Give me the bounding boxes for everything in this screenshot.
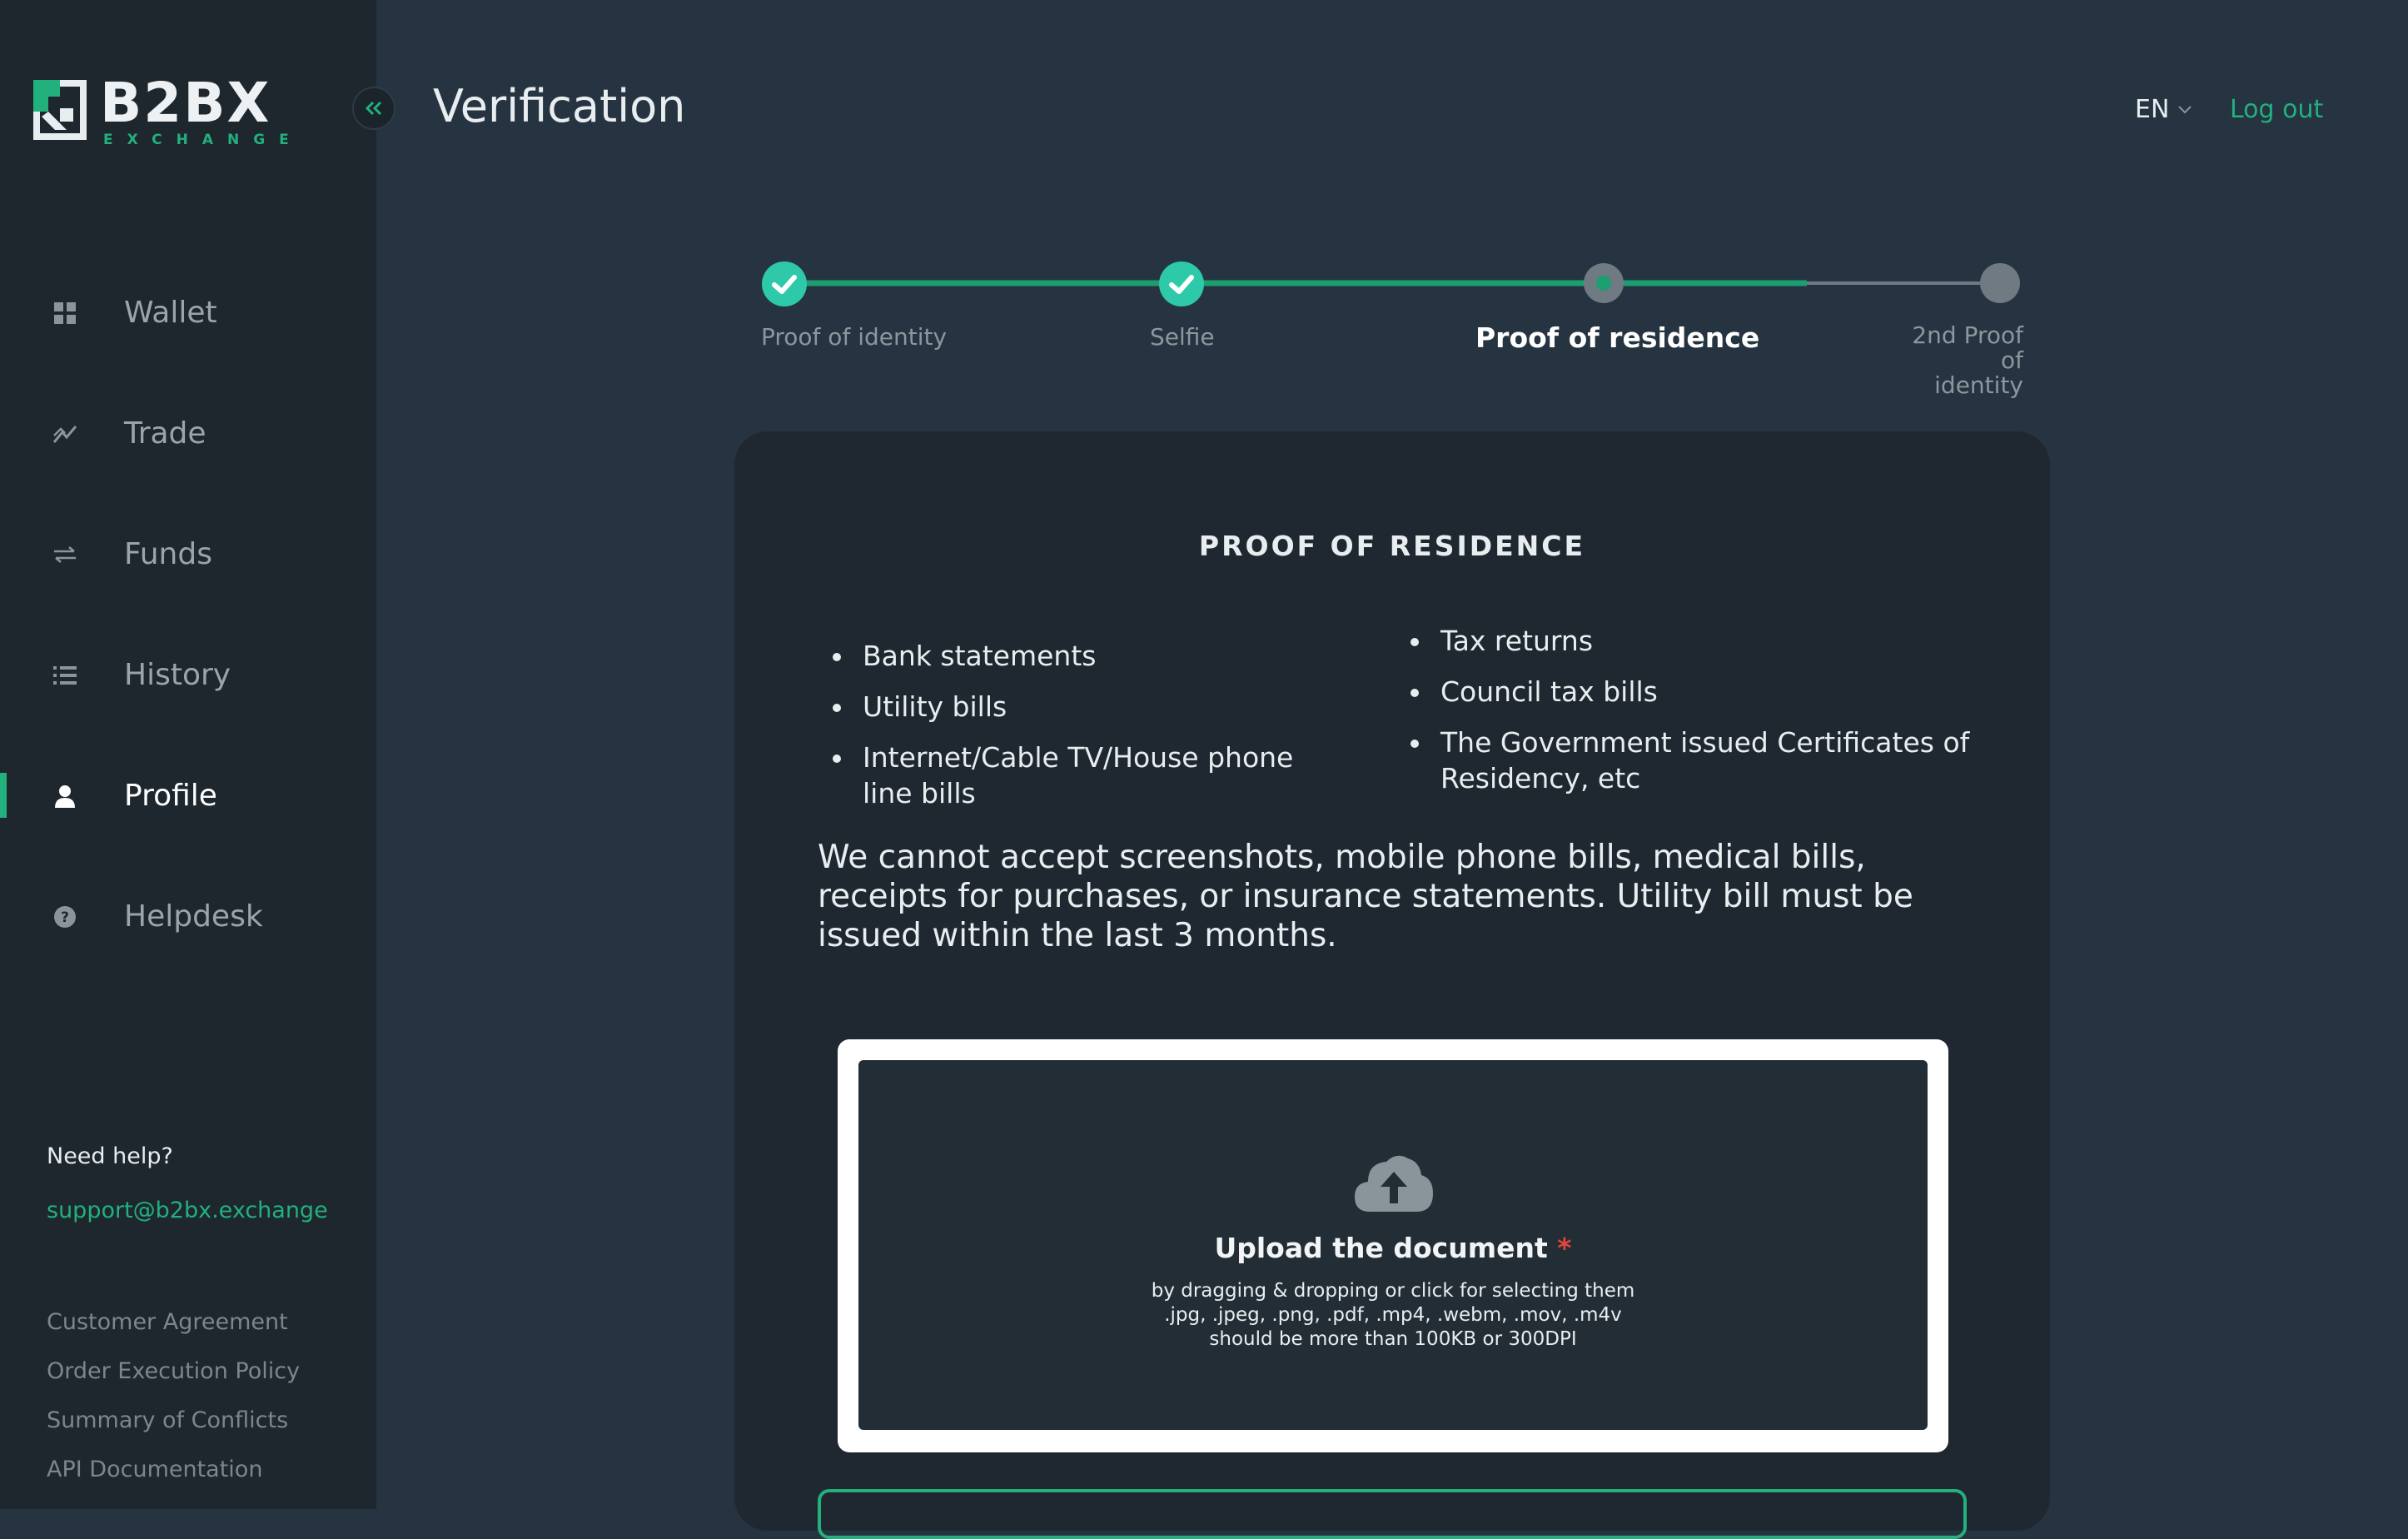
summary-of-conflicts-link[interactable]: Summary of Conflicts (47, 1407, 300, 1457)
support-email-link[interactable]: support@b2bx.exchange (47, 1198, 328, 1223)
chevron-down-icon (2178, 105, 2192, 113)
sidebar-item-label: Wallet (124, 296, 217, 330)
list-item: Bank statements (833, 638, 1329, 674)
step-label-second-proof-of-identity: 2nd Proof of identity (1890, 323, 2023, 398)
restrictions-notice: We cannot accept screenshots, mobile pho… (818, 839, 1913, 954)
card-title: PROOF OF RESIDENCE (1198, 530, 1586, 562)
upload-formats: .jpg, .jpeg, .png, .pdf, .mp4, .webm, .m… (1164, 1304, 1622, 1326)
list-item: Council tax bills (1410, 674, 1973, 710)
submit-button[interactable] (818, 1489, 1967, 1539)
customer-agreement-link[interactable]: Customer Agreement (47, 1309, 300, 1358)
step-proof-of-residence-icon[interactable] (1583, 262, 1624, 307)
collapse-sidebar-button[interactable] (352, 87, 396, 130)
sidebar-item-wallet[interactable]: Wallet (0, 252, 376, 373)
chart-icon (52, 421, 78, 447)
upload-title-text: Upload the document (1214, 1232, 1548, 1264)
api-documentation-link[interactable]: API Documentation (47, 1457, 300, 1506)
step-label-proof-of-residence: Proof of residence (1475, 321, 1760, 354)
svg-text:?: ? (61, 909, 69, 926)
sidebar-item-label: Funds (124, 537, 212, 571)
logo-subtitle: EXCHANGE (103, 132, 303, 148)
language-value: EN (2135, 95, 2170, 124)
help-icon: ? (52, 904, 78, 930)
list-icon (52, 662, 78, 689)
step-label-selfie: Selfie (1150, 323, 1215, 351)
logo-mark-icon (33, 80, 87, 140)
step-proof-of-identity-icon[interactable] (761, 261, 808, 311)
step-selfie-icon[interactable] (1158, 261, 1205, 311)
proof-of-residence-card: PROOF OF RESIDENCE Bank statements Utili… (734, 431, 2050, 1539)
sidebar-item-label: Profile (124, 779, 217, 813)
b2bx-logo[interactable]: B2BX EXCHANGE (30, 71, 303, 148)
logout-link[interactable]: Log out (2230, 95, 2323, 124)
page-title: Verification (433, 80, 686, 132)
sidebar-item-helpdesk[interactable]: ? Helpdesk (0, 856, 376, 977)
sidebar-item-history[interactable]: History (0, 615, 376, 735)
upload-size-requirement: should be more than 100KB or 300DPI (1209, 1328, 1577, 1350)
sidebar-item-profile[interactable]: Profile (0, 735, 376, 856)
cloud-upload-icon (1355, 1155, 1433, 1212)
list-item: Internet/Cable TV/House phone line bills (833, 740, 1329, 811)
step-label-line: identity (1934, 371, 2023, 399)
order-execution-policy-link[interactable]: Order Execution Policy (47, 1358, 300, 1407)
step-second-proof-of-identity-icon[interactable] (1979, 262, 2021, 307)
required-mark: * (1557, 1232, 1572, 1264)
footer-links: Customer Agreement Order Execution Polic… (47, 1309, 300, 1506)
sidebar-item-label: History (124, 658, 231, 692)
user-icon (52, 783, 78, 809)
language-selector[interactable]: EN (2135, 95, 2192, 124)
list-item: The Government issued Certificates of Re… (1410, 725, 1973, 796)
logo-wordmark: B2BX (100, 71, 271, 135)
list-item: Utility bills (833, 689, 1329, 725)
sidebar-item-label: Helpdesk (124, 899, 263, 934)
double-chevron-left-icon (365, 101, 382, 116)
upload-instructions: by dragging & dropping or click for sele… (1151, 1280, 1635, 1302)
upload-frame: Upload the document * by dragging & drop… (838, 1039, 1948, 1452)
verification-stepper: Proof of identity Selfie Proof of reside… (733, 258, 2032, 398)
list-item: Tax returns (1410, 623, 1973, 659)
sidebar-item-funds[interactable]: Funds (0, 494, 376, 615)
step-label-proof-of-identity: Proof of identity (761, 323, 948, 351)
step-label-line: 2nd Proof of (1912, 321, 2023, 374)
upload-title: Upload the document * (858, 1232, 1928, 1264)
upload-dropzone[interactable]: Upload the document * by dragging & drop… (858, 1060, 1928, 1430)
accepted-documents-left: Bank statements Utility bills Internet/C… (833, 638, 1329, 826)
sidebar: B2BX EXCHANGE Wallet Trade Funds History… (0, 0, 376, 1509)
help-title: Need help? (47, 1143, 173, 1169)
grid-icon (52, 300, 78, 326)
sidebar-item-trade[interactable]: Trade (0, 373, 376, 494)
sidebar-item-label: Trade (124, 416, 206, 451)
transfer-icon (52, 541, 78, 568)
accepted-documents-right: Tax returns Council tax bills The Govern… (1410, 623, 1973, 811)
help-section: Need help? support@b2bx.exchange (47, 1143, 328, 1223)
sidebar-nav: Wallet Trade Funds History Profile ? Hel… (0, 252, 376, 977)
